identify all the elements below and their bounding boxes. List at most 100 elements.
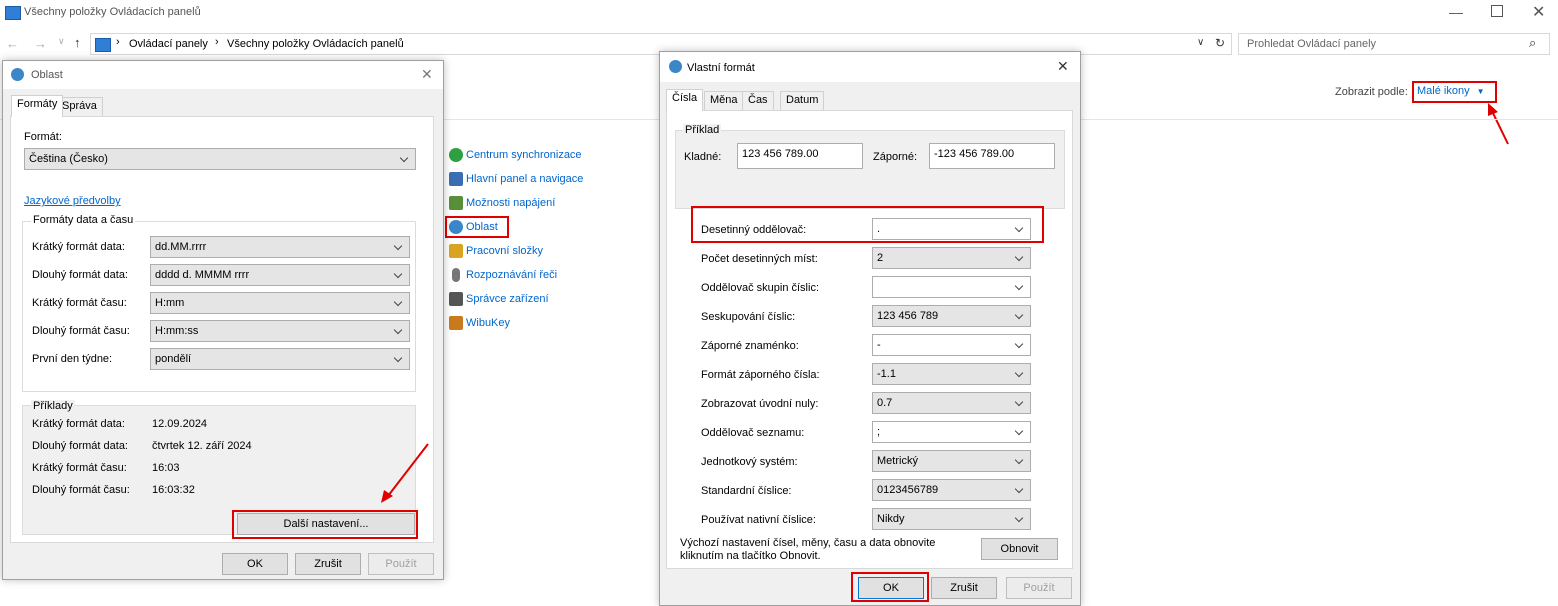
annotation-arrow (381, 443, 429, 503)
recent-dropdown-icon[interactable]: ∨ (58, 36, 65, 47)
cancel-button[interactable]: Zrušit (931, 577, 997, 599)
example-long-date-label: Dlouhý formát data: (32, 440, 128, 452)
chevron-down-icon (1013, 364, 1027, 384)
leading-zeros-value: 0.7 (877, 397, 893, 409)
forward-arrow-icon[interactable]: → (34, 36, 47, 51)
search-input[interactable]: Prohledat Ovládací panely (1247, 38, 1376, 50)
breadcrumb-separator: › (215, 36, 219, 48)
example-short-time-value: 16:03 (152, 462, 180, 474)
chevron-down-icon (1013, 277, 1027, 297)
minimize-icon[interactable]: — (1449, 4, 1463, 20)
ok-button[interactable]: OK (222, 553, 288, 575)
search-box[interactable]: Prohledat Ovládací panely ⌕ (1238, 33, 1550, 55)
close-icon[interactable]: ✕ (421, 66, 433, 83)
positive-label: Kladné: (684, 151, 722, 163)
cp-item-device-manager[interactable]: Správce zařízení (449, 292, 549, 306)
breadcrumb-all-items[interactable]: Všechny položky Ovládacích panelů (227, 38, 404, 50)
decimal-digits-select[interactable]: 2 (872, 247, 1031, 269)
measurement-system-select[interactable]: Metrický (872, 450, 1031, 472)
cp-item-label: Rozpoznávání řeči (466, 268, 558, 281)
first-day-value: pondělí (155, 353, 192, 365)
cp-item-label: Centrum synchronizace (466, 148, 582, 161)
tab-formats[interactable]: Formáty (11, 95, 64, 117)
cp-item-sync-center[interactable]: Centrum synchronizace (449, 148, 582, 162)
chevron-down-icon (392, 237, 406, 257)
long-time-select[interactable]: H:mm:ss (150, 320, 410, 342)
cp-item-work-folders[interactable]: Pracovní složky (449, 244, 543, 258)
leading-zeros-label: Zobrazovat úvodní nuly: (701, 398, 819, 410)
tab-date[interactable]: Datum (780, 91, 825, 111)
language-preferences-link[interactable]: Jazykové předvolby (24, 195, 121, 207)
search-icon[interactable]: ⌕ (1529, 35, 1536, 51)
native-digits-select[interactable]: Nikdy (872, 508, 1031, 530)
up-arrow-icon[interactable]: ↑ (74, 35, 81, 50)
short-time-label: Krátký formát času: (32, 297, 127, 309)
apply-button[interactable]: Použít (368, 553, 434, 575)
tab-numbers[interactable]: Čísla (666, 89, 704, 111)
chevron-down-icon (1013, 422, 1027, 442)
taskbar-icon (449, 172, 463, 186)
cp-item-wibukey[interactable]: WibuKey (449, 316, 510, 330)
example-short-date-value: 12.09.2024 (152, 418, 208, 430)
tab-currency[interactable]: Měna (704, 91, 744, 111)
digit-grouping-value: 123 456 789 (877, 310, 939, 322)
breadcrumb-separator: › (116, 36, 120, 48)
close-icon[interactable]: ✕ (1057, 58, 1069, 75)
example-long-time-label: Dlouhý formát času: (32, 484, 130, 496)
custom-dialog-titlebar: Vlastní formát ✕ (660, 52, 1080, 82)
long-date-select[interactable]: dddd d. MMMM rrrr (150, 264, 410, 286)
chevron-down-icon (392, 265, 406, 285)
negative-sign-value: - (877, 339, 881, 351)
first-day-select[interactable]: pondělí (150, 348, 410, 370)
annotation-arrow (1488, 103, 1509, 145)
cp-item-label: WibuKey (466, 316, 511, 329)
region-dialog-titlebar: Oblast ✕ (3, 61, 443, 89)
example-long-date-value: čtvrtek 12. září 2024 (152, 440, 252, 452)
power-icon (449, 196, 463, 210)
dialog-title: Vlastní formát (687, 62, 755, 74)
highlight-box (232, 510, 418, 539)
digit-grouping-label: Seskupování číslic: (701, 311, 796, 323)
chevron-down-icon (1013, 306, 1027, 326)
maximize-icon[interactable] (1491, 5, 1503, 17)
cp-item-taskbar[interactable]: Hlavní panel a navigace (449, 172, 583, 186)
standard-digits-select[interactable]: 0123456789 (872, 479, 1031, 501)
cancel-button[interactable]: Zrušit (295, 553, 361, 575)
reset-description: Výchozí nastavení čísel, měny, času a da… (680, 537, 936, 562)
breadcrumb-control-panel[interactable]: Ovládací panely (129, 38, 208, 50)
cp-item-label: Správce zařízení (466, 292, 549, 305)
globe-clock-icon (669, 60, 682, 73)
refresh-icon[interactable]: ↻ (1215, 36, 1225, 50)
digit-grouping-select[interactable]: 123 456 789 (872, 305, 1031, 327)
list-separator-value: ; (877, 426, 881, 438)
cp-item-label: Pracovní složky (466, 244, 544, 257)
decimal-digits-label: Počet desetinných míst: (701, 253, 818, 265)
tab-time[interactable]: Čas (742, 91, 774, 111)
standard-digits-label: Standardní číslice: (701, 485, 792, 497)
negative-sign-select[interactable]: - (872, 334, 1031, 356)
digit-grouping-symbol-select[interactable] (872, 276, 1031, 298)
short-time-select[interactable]: H:mm (150, 292, 410, 314)
reset-button[interactable]: Obnovit (981, 538, 1058, 560)
leading-zeros-select[interactable]: 0.7 (872, 392, 1031, 414)
view-by-label: Zobrazit podle: (1335, 86, 1408, 98)
folder-icon (449, 244, 463, 258)
numbers-panel: Příklad Kladné: 123 456 789.00 Záporné: … (666, 110, 1073, 569)
negative-number-format-select[interactable]: -1.1 (872, 363, 1031, 385)
native-digits-value: Nikdy (877, 513, 905, 525)
address-dropdown-icon[interactable]: ∨ (1197, 37, 1204, 48)
cp-item-speech[interactable]: Rozpoznávání řeči (449, 268, 557, 282)
back-arrow-icon[interactable]: ← (6, 36, 19, 51)
close-icon[interactable]: ✕ (1532, 2, 1545, 22)
list-separator-select[interactable]: ; (872, 421, 1031, 443)
chevron-down-icon (1013, 480, 1027, 500)
long-date-label: Dlouhý formát data: (32, 269, 128, 281)
explorer-titlebar: Všechny položky Ovládacích panelů — ✕ (0, 0, 1558, 28)
cp-item-power[interactable]: Možnosti napájení (449, 196, 555, 210)
cp-item-label: Možnosti napájení (466, 196, 556, 209)
format-select[interactable]: Čeština (Česko) (24, 148, 416, 170)
chevron-down-icon (1013, 335, 1027, 355)
short-date-select[interactable]: dd.MM.rrrr (150, 236, 410, 258)
apply-button[interactable]: Použít (1006, 577, 1072, 599)
wibukey-icon (449, 316, 463, 330)
